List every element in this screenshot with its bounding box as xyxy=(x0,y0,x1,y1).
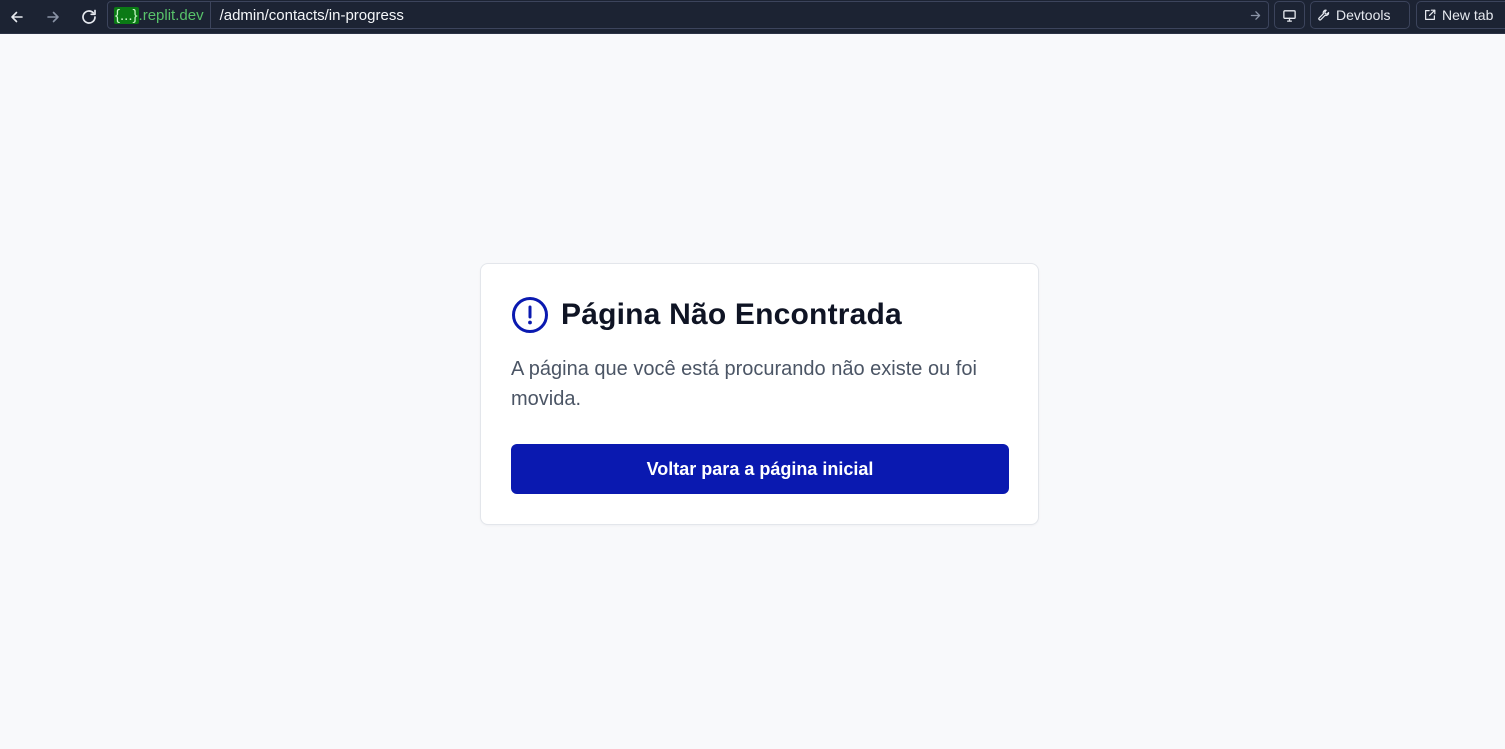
arrow-right-icon xyxy=(1250,10,1260,20)
url-bar[interactable]: {...} .replit.dev /admin/contacts/in-prog… xyxy=(107,1,1269,29)
new-tab-button[interactable]: New tab xyxy=(1416,1,1505,29)
monitor-icon xyxy=(1283,9,1296,22)
new-tab-label: New tab xyxy=(1442,7,1494,23)
page-description: A página que você está procurando não ex… xyxy=(511,358,977,410)
devtools-button[interactable]: Devtools xyxy=(1310,1,1410,29)
url-host: {...} .replit.dev xyxy=(108,2,211,28)
url-host-suffix: .replit.dev xyxy=(138,6,204,24)
reload-button[interactable] xyxy=(74,3,104,31)
wrench-icon xyxy=(1318,9,1330,21)
back-button[interactable] xyxy=(2,3,32,31)
external-link-icon xyxy=(1425,9,1436,20)
forward-button[interactable] xyxy=(38,3,68,31)
devtools-label: Devtools xyxy=(1336,7,1391,23)
reload-icon xyxy=(82,9,96,24)
page-title: Página Não Encontrada xyxy=(561,298,902,331)
screen-button[interactable] xyxy=(1274,1,1305,29)
arrow-right-icon xyxy=(47,11,59,22)
browser-toolbar: {...} .replit.dev /admin/contacts/in-prog… xyxy=(0,0,1505,34)
arrow-left-icon xyxy=(11,11,23,22)
alert-circle-icon xyxy=(511,296,549,334)
go-button[interactable] xyxy=(1242,2,1268,28)
url-host-braces: {...} xyxy=(114,6,139,24)
url-path-input[interactable]: /admin/contacts/in-progress xyxy=(211,7,1242,24)
not-found-card: Página Não Encontrada A página que você … xyxy=(480,263,1039,525)
card-header: Página Não Encontrada xyxy=(511,296,902,334)
back-home-button[interactable]: Voltar para a página inicial xyxy=(511,444,1009,494)
